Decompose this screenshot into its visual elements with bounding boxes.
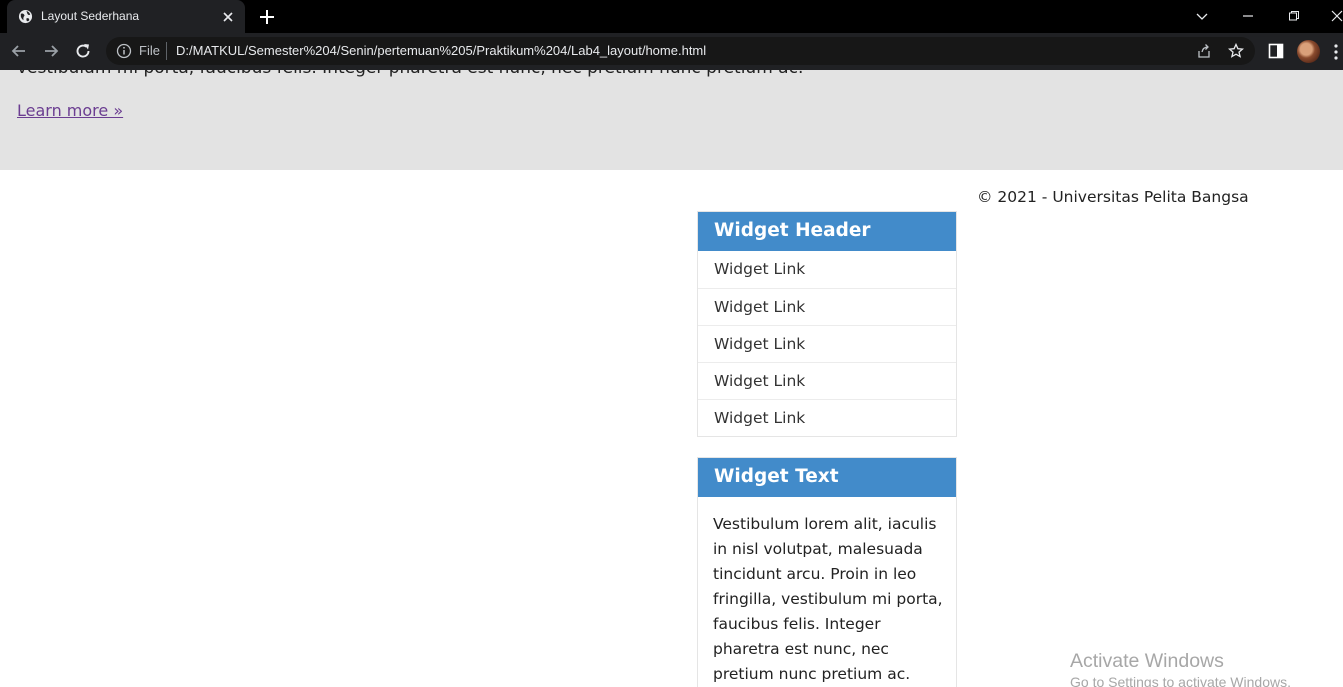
- close-icon[interactable]: [221, 9, 235, 23]
- minimize-icon[interactable]: [1237, 5, 1259, 27]
- learn-more-link[interactable]: Learn more »: [17, 101, 123, 120]
- share-icon[interactable]: [1196, 43, 1212, 59]
- hero-section: vestibulum mi porta, faucibus felis. Int…: [0, 70, 1343, 170]
- widget-text-body: Vestibulum lorem alit, iaculis in nisl v…: [713, 515, 943, 683]
- widget-text-title: Widget Text: [698, 458, 956, 497]
- widget-text-box: Widget Text Vestibulum lorem alit, iacul…: [697, 457, 957, 687]
- address-bar[interactable]: File D:/MATKUL/Semester%204/Senin/pertem…: [106, 37, 1255, 65]
- footer-copyright: © 2021 - Universitas Pelita Bangsa: [977, 188, 1249, 206]
- activate-windows-title: Activate Windows: [1070, 650, 1224, 672]
- tab-title: Layout Sederhana: [41, 9, 140, 23]
- widget-link[interactable]: Widget Link: [698, 362, 956, 399]
- widget-links-box: Widget Header Widget Link Widget Link Wi…: [697, 211, 957, 437]
- active-tab[interactable]: Layout Sederhana: [7, 0, 245, 33]
- back-arrow-icon[interactable]: [9, 41, 29, 61]
- activate-windows-subtitle: Go to Settings to activate Windows.: [1070, 674, 1291, 687]
- widget-header-title: Widget Header: [698, 212, 956, 251]
- star-icon[interactable]: [1227, 42, 1245, 59]
- chevron-down-icon[interactable]: [1191, 5, 1213, 27]
- plus-icon[interactable]: [257, 7, 277, 27]
- scheme-label: File: [139, 43, 160, 58]
- omnibox-divider: [166, 42, 167, 60]
- window-close-icon[interactable]: [1326, 5, 1343, 27]
- widget-link[interactable]: Widget Link: [698, 288, 956, 325]
- reload-icon[interactable]: [73, 41, 93, 61]
- page-viewport: vestibulum mi porta, faucibus felis. Int…: [0, 70, 1343, 687]
- kebab-menu-icon[interactable]: [1332, 42, 1343, 62]
- hero-paragraph: vestibulum mi porta, faucibus felis. Int…: [17, 70, 803, 78]
- avatar[interactable]: [1297, 40, 1320, 63]
- info-icon[interactable]: [116, 43, 132, 59]
- widget-link[interactable]: Widget Link: [698, 251, 956, 288]
- widget-link[interactable]: Widget Link: [698, 325, 956, 362]
- side-panel-icon[interactable]: [1268, 43, 1284, 59]
- widget-link[interactable]: Widget Link: [698, 399, 956, 436]
- tab-strip: Layout Sederhana: [0, 0, 1343, 33]
- url-text[interactable]: D:/MATKUL/Semester%204/Senin/pertemuan%2…: [176, 43, 706, 58]
- forward-arrow-icon[interactable]: [41, 41, 61, 61]
- browser-toolbar: File D:/MATKUL/Semester%204/Senin/pertem…: [0, 33, 1343, 70]
- restore-icon[interactable]: [1283, 5, 1305, 27]
- globe-icon: [18, 9, 33, 24]
